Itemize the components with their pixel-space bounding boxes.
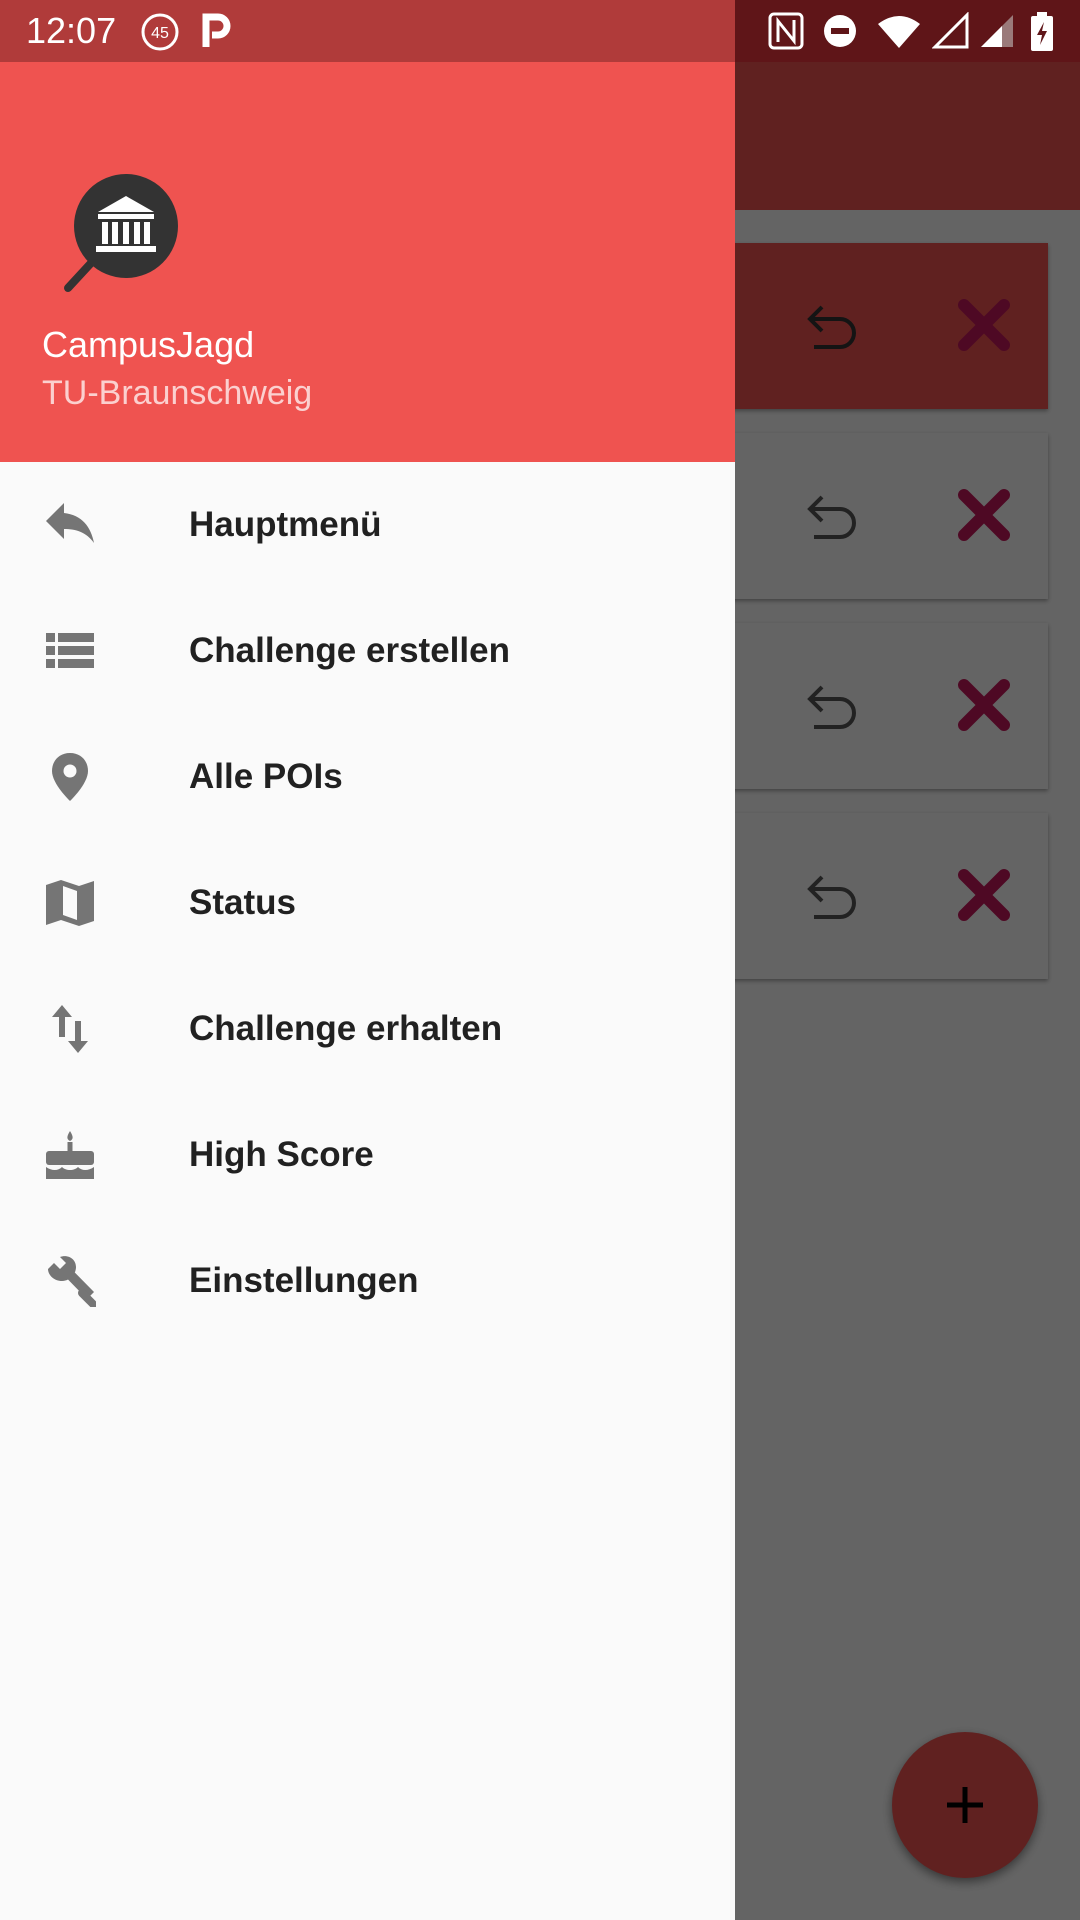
menu-item-label: High Score (189, 1135, 374, 1174)
menu-item-hauptmenue[interactable]: Hauptmenü (0, 462, 735, 588)
navigation-drawer: CampusJagd TU-Braunschweig Hauptmenü Cha… (0, 62, 735, 1920)
wrench-icon (48, 1256, 96, 1307)
speed-45-icon: 45 (141, 13, 179, 51)
menu-item-label: Einstellungen (189, 1261, 419, 1300)
menu-item-status[interactable]: Status (0, 840, 735, 966)
status-time: 12:07 (26, 10, 117, 51)
menu-item-challenge-erstellen[interactable]: Challenge erstellen (0, 588, 735, 714)
battery-charging-icon (1031, 12, 1053, 51)
wifi-icon (878, 16, 920, 48)
app-logo-icon (64, 174, 178, 292)
list-icon (46, 633, 94, 668)
do-not-disturb-icon (824, 15, 856, 47)
menu-item-alle-pois[interactable]: Alle POIs (0, 714, 735, 840)
menu-item-label: Challenge erstellen (189, 631, 510, 670)
map-icon (46, 880, 94, 926)
menu-item-challenge-erhalten[interactable]: Challenge erhalten (0, 966, 735, 1092)
menu-item-label: Alle POIs (189, 757, 343, 796)
status-bar: 12:07 45 (0, 0, 1080, 62)
signal-icon (981, 15, 1013, 47)
app-name: CampusJagd (42, 324, 255, 365)
signal-empty-icon (932, 12, 969, 49)
app-subtitle: TU-Braunschweig (42, 374, 313, 412)
menu-item-high-score[interactable]: High Score (0, 1092, 735, 1218)
cake-icon (46, 1131, 94, 1179)
svg-text:45: 45 (151, 25, 169, 42)
parking-p-icon (202, 13, 231, 47)
drawer-header: CampusJagd TU-Braunschweig (0, 62, 735, 462)
menu-item-label: Hauptmenü (189, 505, 382, 544)
menu-item-einstellungen[interactable]: Einstellungen (0, 1218, 735, 1344)
menu-item-label: Status (189, 883, 296, 922)
drawer-menu: Hauptmenü Challenge erstellen Alle POIs … (0, 462, 735, 1344)
reply-icon (46, 503, 94, 543)
location-pin-icon (52, 753, 88, 801)
swap-vertical-icon (52, 1005, 88, 1053)
nfc-icon (768, 12, 804, 50)
menu-item-label: Challenge erhalten (189, 1009, 503, 1048)
